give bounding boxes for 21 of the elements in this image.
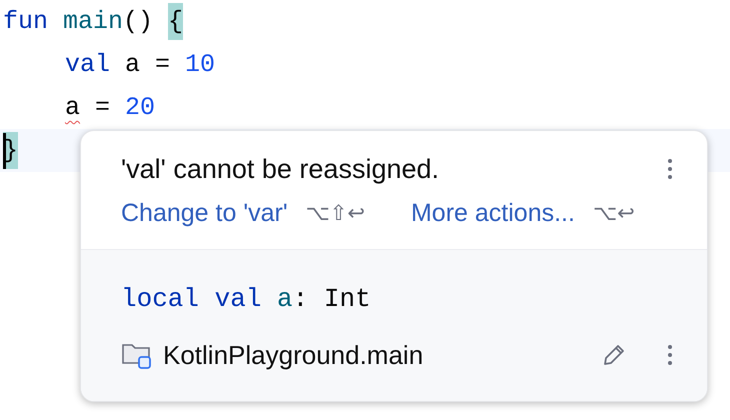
code-token: a = <box>124 48 172 81</box>
declaration-signature: local val a: Int <box>121 283 372 316</box>
matched-brace: { <box>168 2 184 40</box>
more-options-icon[interactable] <box>667 344 673 366</box>
shortcut-hint: ⌥↩ <box>592 200 635 228</box>
error-message: 'val' cannot be reassigned. <box>121 152 440 186</box>
location-text[interactable]: KotlinPlayground.main <box>163 336 424 374</box>
code-token: main <box>63 6 124 38</box>
more-options-icon[interactable] <box>667 158 673 180</box>
text-caret <box>3 132 6 168</box>
code-token: () <box>123 6 154 38</box>
code-token: = <box>94 92 112 124</box>
quick-fix-link[interactable]: More actions... <box>410 195 575 233</box>
code-token: fun <box>3 6 50 38</box>
code-token: 10 <box>185 48 216 81</box>
shortcut-hint: ⌥⇧↩ <box>306 200 365 228</box>
pencil-icon[interactable] <box>601 342 627 368</box>
code-token: val <box>65 48 110 81</box>
quick-fix-link[interactable]: Change to 'var' <box>121 195 288 233</box>
error-token: a <box>65 92 80 124</box>
code-token: 20 <box>125 92 156 124</box>
